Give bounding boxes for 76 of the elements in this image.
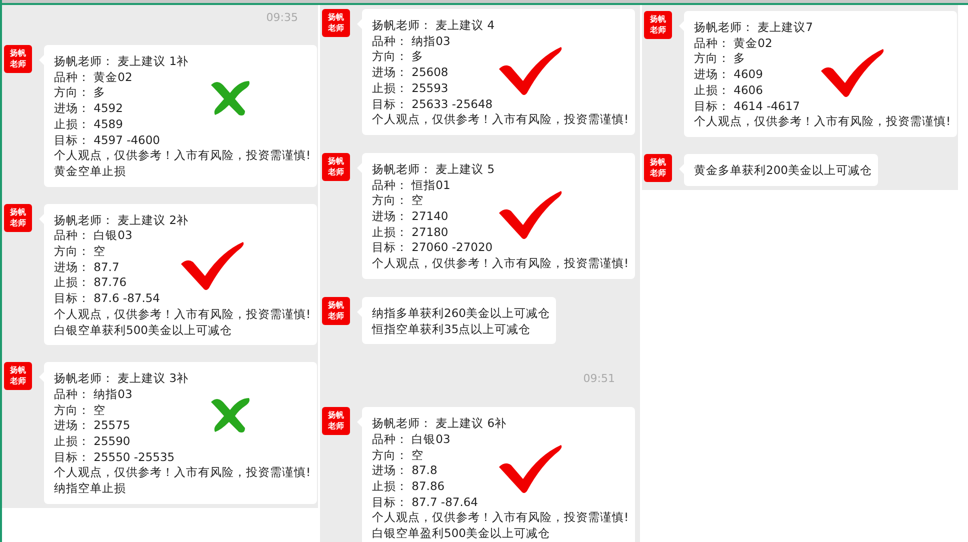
message-line: 品种： 黄金02 bbox=[694, 36, 774, 52]
message-line: 黄金空单止损 bbox=[54, 164, 127, 180]
avatar-text: 扬帆 bbox=[10, 208, 26, 217]
avatar-text: 扬帆 bbox=[10, 49, 26, 58]
message-line: 止损： 27180 bbox=[372, 224, 450, 240]
avatar-text: 老师 bbox=[328, 24, 344, 33]
message-line: 止损： 25590 bbox=[54, 434, 132, 450]
message-line: 进场： 27140 bbox=[372, 209, 450, 225]
message-line: 黄金多单获利200美金以上可减仓 bbox=[694, 162, 872, 179]
message-line: 目标： 27060 -27020 bbox=[372, 240, 494, 256]
avatar-text: 扬帆 bbox=[328, 157, 344, 166]
avatar-text: 扬帆 bbox=[328, 300, 344, 310]
message-line: 进场： 25575 bbox=[54, 418, 132, 434]
message-line: 止损： 4606 bbox=[694, 82, 764, 99]
avatar-text: 老师 bbox=[328, 422, 344, 432]
message-line: 品种： 纳指03 bbox=[54, 386, 134, 403]
message-line: 恒指空单获利35点以上可减仓 bbox=[372, 322, 532, 338]
message-line: 方向： 空 bbox=[372, 193, 425, 210]
avatar-text: 老师 bbox=[328, 312, 344, 321]
message-line: 方向： 空 bbox=[372, 448, 425, 464]
message-line: 方向： 空 bbox=[54, 244, 107, 260]
message-line: 止损： 25593 bbox=[372, 80, 450, 97]
avatar-text: 扬帆 bbox=[328, 411, 344, 420]
message-line: 个人观点，仅供参考！入市有风险，投资需谨慎! bbox=[372, 510, 629, 526]
avatar-text: 扬帆 bbox=[328, 13, 344, 22]
avatar-text: 老师 bbox=[10, 60, 26, 69]
message-line: 品种： 纳指03 bbox=[372, 34, 452, 50]
message-line: 进场： 87.8 bbox=[372, 463, 438, 480]
message-line: 白银空单获利500美金以上可减仓 bbox=[54, 322, 233, 338]
avatar-text: 老师 bbox=[10, 218, 26, 228]
message-line: 个人观点，仅供参考！入市有风险，投资需谨慎! bbox=[372, 256, 629, 272]
message-line: 扬帆老师： 麦上建议 4 bbox=[372, 18, 496, 34]
avatar-text: 老师 bbox=[650, 169, 666, 178]
avatar-text: 老师 bbox=[650, 26, 666, 35]
message-line: 个人观点，仅供参考！入市有风险，投资需谨慎! bbox=[54, 306, 311, 323]
message-line: 个人观点，仅供参考！入市有风险，投资需谨慎! bbox=[54, 148, 311, 164]
avatar-text: 扬帆 bbox=[650, 158, 666, 167]
timestamp: 09:35 bbox=[266, 11, 298, 24]
message-line: 品种： 恒指01 bbox=[372, 178, 452, 194]
message-line: 进场： 4609 bbox=[694, 67, 764, 83]
timestamp: 09:51 bbox=[583, 372, 615, 386]
avatar-text: 老师 bbox=[328, 168, 344, 177]
avatar-text: 扬帆 bbox=[650, 15, 666, 24]
message-line: 扬帆老师： 麦上建议 1补 bbox=[54, 54, 190, 70]
message-line: 扬帆老师： 麦上建议 2补 bbox=[54, 212, 190, 228]
message-line: 进场： 87.7 bbox=[54, 260, 120, 276]
message-line: 个人观点，仅供参考！入市有风险，投资需谨慎! bbox=[372, 112, 629, 128]
message-line: 目标： 4614 -4617 bbox=[694, 98, 801, 114]
message-line: 止损： 87.86 bbox=[372, 479, 446, 495]
message-line: 个人观点，仅供参考！入市有风险，投资需谨慎! bbox=[694, 114, 951, 130]
message-line: 止损： 4589 bbox=[54, 116, 124, 133]
message-line: 方向： 多 bbox=[694, 51, 747, 68]
message-line: 品种： 白银03 bbox=[372, 432, 452, 448]
message-line: 方向： 多 bbox=[372, 49, 425, 66]
message-line: 进场： 4592 bbox=[54, 101, 124, 117]
message-line: 扬帆老师： 麦上建议 6补 bbox=[372, 416, 508, 432]
message-line: 扬帆老师： 麦上建议 3补 bbox=[54, 371, 190, 387]
message-line: 白银空单盈利500美金以上可减仓 bbox=[372, 526, 551, 542]
message-line: 目标： 87.6 -87.54 bbox=[54, 291, 161, 307]
message-line: 纳指多单获利260美金以上可减仓 bbox=[372, 306, 550, 322]
avatar-text: 老师 bbox=[10, 377, 26, 386]
message-line: 品种： 黄金02 bbox=[54, 70, 134, 86]
avatar-text: 扬帆 bbox=[10, 366, 26, 376]
message-line: 目标： 4597 -4600 bbox=[54, 132, 161, 148]
message-line: 方向： 多 bbox=[54, 85, 107, 102]
message-line: 扬帆老师： 麦上建议 5 bbox=[372, 162, 496, 178]
message-line: 方向： 空 bbox=[54, 402, 107, 418]
message-line: 个人观点，仅供参考！入市有风险，投资需谨慎! bbox=[54, 465, 311, 482]
message-line: 进场： 25608 bbox=[372, 65, 450, 81]
message-line: 品种： 白银03 bbox=[54, 228, 134, 244]
message-line: 目标： 25550 -25535 bbox=[54, 450, 176, 466]
message-line: 目标： 87.7 -87.64 bbox=[372, 494, 479, 510]
message-line: 止损： 87.76 bbox=[54, 275, 128, 292]
message-line: 目标： 25633 -25648 bbox=[372, 96, 494, 112]
message-line: 扬帆老师： 麦上建议7 bbox=[694, 20, 814, 36]
message-line: 纳指空单止损 bbox=[54, 481, 127, 497]
